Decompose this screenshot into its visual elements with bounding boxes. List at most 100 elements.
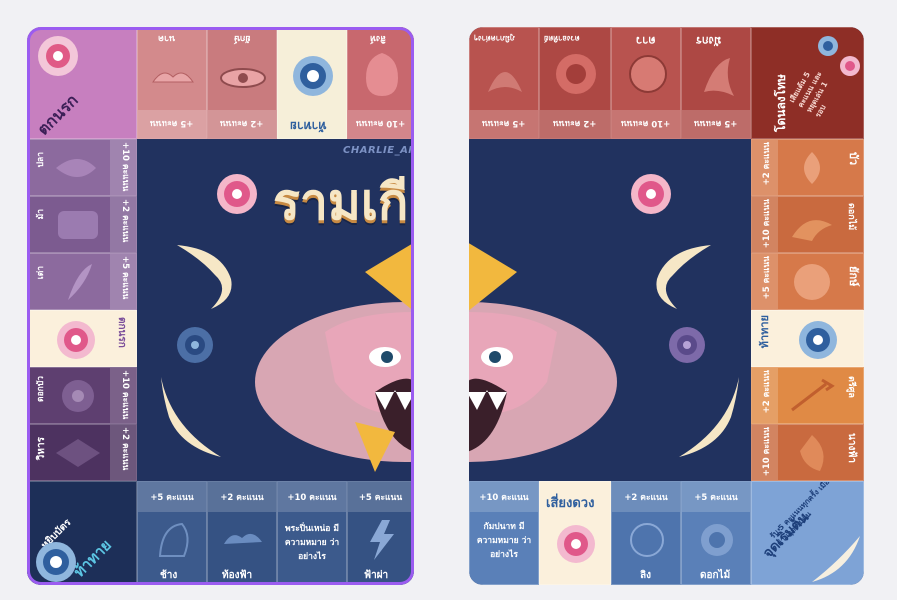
- tile-giant-r[interactable]: +5 คะแนน ยักษ์: [751, 253, 864, 310]
- tile-label: ดวงอาทิตย์: [544, 34, 580, 43]
- sun-icon: [556, 54, 596, 94]
- giant-face-illustration: [469, 243, 617, 462]
- tile-naga[interactable]: นาค +5 คะแนน: [137, 27, 207, 139]
- tile-label: ดอกบัว: [36, 376, 46, 402]
- tile-angel[interactable]: +10 คะแนน นางฟ้า: [751, 424, 864, 481]
- giant-icon: [794, 264, 830, 300]
- tile-lion[interactable]: สิงห์ +10 คะแนน: [347, 27, 414, 139]
- tile-label: ยักษ์: [234, 33, 251, 43]
- tile-lightning[interactable]: +5 คะแนน ฟ้าผ่า: [347, 481, 414, 585]
- tile-label: ลิง: [640, 570, 652, 581]
- tile-label: ปลา: [36, 152, 46, 168]
- tile-monkey[interactable]: +2 คะแนน ลิง: [611, 481, 681, 585]
- lotus-icon: [669, 327, 705, 363]
- trident-icon: [791, 378, 835, 412]
- demon-icon: [488, 72, 522, 92]
- tile-label: มังกร: [696, 34, 722, 47]
- tile-points: +10 คะแนน: [120, 142, 130, 192]
- tile-points: +2 คะแนน: [120, 427, 130, 471]
- tile-challenge[interactable]: ท้าทาย: [277, 27, 347, 139]
- lotus-icon: [818, 36, 838, 56]
- tile-label: ดาว: [636, 34, 656, 47]
- corner-cell-start[interactable]: จุดเริ่มต้น รับ 5 คะแนนทุกครั้ง เมื่อผ่า…: [751, 481, 864, 585]
- tile-points: +10 คะแนน: [762, 199, 772, 249]
- tile-points: +2 คะแนน: [220, 493, 264, 503]
- angel-icon: [800, 435, 824, 471]
- flower-icon: [701, 524, 733, 556]
- question-text: พระปิ่นเหน่อ มีความหมาย ว่าอย่างไร: [284, 524, 340, 562]
- lotus-bud-icon: [804, 152, 820, 184]
- tile-label: เต่า: [36, 266, 46, 280]
- tile-hell[interactable]: ตกนรก: [27, 310, 137, 367]
- tile-points: +2 คะแนน: [624, 493, 668, 503]
- ornament-icon: [679, 377, 739, 457]
- corner-cell-penalty[interactable]: โดนลงโทษ เสียแต้ม 5 คะแนน และ หยุดเล่น 1…: [751, 27, 864, 139]
- tile-label: ดอกไม้: [846, 203, 856, 231]
- tile-points: +10 คะแนน: [762, 427, 772, 477]
- tile-points: +5 คะแนน: [762, 256, 772, 300]
- tile-trident[interactable]: +2 คะแนน ตรีศูล: [751, 367, 864, 424]
- tile-turtle[interactable]: เต่า +5 คะแนน: [27, 253, 137, 310]
- tile-points: +5 คะแนน: [120, 256, 130, 300]
- game-title: รามเกียรติ์: [273, 172, 414, 231]
- tile-temple[interactable]: วิหาร +2 คะแนน: [27, 424, 137, 481]
- tile-challenge-r[interactable]: ท้าทาย: [751, 310, 864, 367]
- board-right[interactable]: ภูมิภาคต่างๆ +5 คะแนน ดวงอาทิตย์ +2 คะแน…: [469, 27, 864, 585]
- corner-cell-draw-card[interactable]: หยิบบัตร ท้าทาย: [27, 481, 137, 585]
- tile-lotus-bud[interactable]: +2 คะแนน บัว: [751, 139, 864, 196]
- eye-icon: [220, 68, 266, 88]
- tile-label: ตรีศูล: [846, 376, 856, 398]
- tile-giant[interactable]: ยักษ์ +2 คะแนน: [207, 27, 277, 139]
- tile-question-r[interactable]: +10 คะแนน กัมปนาท มีความหมาย ว่าอย่างไร: [469, 481, 539, 585]
- tile-points: +2 คะแนน: [762, 370, 772, 414]
- tile-label: นาค: [158, 33, 176, 43]
- lightning-icon: [370, 520, 394, 560]
- hand-icon: [792, 220, 832, 241]
- tile-elephant[interactable]: +5 คะแนน ช้าง: [137, 481, 207, 585]
- tile-label: ท้าทาย: [758, 315, 771, 349]
- tile-points: +5 คะแนน: [694, 118, 738, 128]
- tile-label: วิหาร: [36, 437, 47, 461]
- tile-label: ภูมิภาคต่างๆ: [474, 34, 515, 43]
- tile-label: ช้าง: [160, 570, 178, 581]
- monkey-icon: [630, 523, 664, 557]
- tile-points: +5 คะแนน: [150, 493, 194, 503]
- lotus-icon: [217, 174, 257, 214]
- corner-cell-hell[interactable]: ตกนรก: [27, 27, 137, 139]
- tile-sky[interactable]: +2 คะแนน ท้องฟ้า: [207, 481, 277, 585]
- tile-label: ท้าทาย: [290, 119, 327, 133]
- lotus-icon: [631, 174, 671, 214]
- tile-flower-b[interactable]: +5 คะแนน ดอกไม้: [681, 481, 751, 585]
- corner-label: โดนลงโทษ: [774, 74, 788, 132]
- tile-regions[interactable]: ภูมิภาคต่างๆ +5 คะแนน: [469, 27, 539, 139]
- board-left[interactable]: ตกนรก นาค +5 คะแนน ยักษ์ +2 คะแนน ท้าทาย…: [27, 27, 414, 585]
- tile-sun[interactable]: ดวงอาทิตย์ +2 คะแนน: [539, 27, 611, 139]
- tile-label: ฟ้าผ่า: [364, 570, 389, 581]
- tile-dragon[interactable]: มังกร +5 คะแนน: [681, 27, 751, 139]
- tile-horse[interactable]: ม้า +2 คะแนน: [27, 196, 137, 253]
- tile-label: เสี่ยงดวง: [546, 496, 595, 511]
- tile-luck[interactable]: เสี่ยงดวง: [539, 481, 611, 585]
- lotus-icon: [557, 525, 595, 563]
- tile-points: +10 คะแนน: [355, 118, 406, 128]
- tile-points: +10 คะแนน: [621, 118, 671, 128]
- tile-label: ดอกไม้: [700, 570, 731, 581]
- giant-face-illustration: [255, 242, 414, 472]
- tile-fish[interactable]: ปลา +10 คะแนน: [27, 139, 137, 196]
- cloud-icon: [152, 72, 194, 83]
- planet-icon: [629, 55, 667, 93]
- tile-points: +2 คะแนน: [220, 118, 264, 128]
- tile-points: +2 คะแนน: [120, 199, 130, 243]
- tile-question[interactable]: +10 คะแนน พระปิ่นเหน่อ มีความหมาย ว่าอย่…: [277, 481, 347, 585]
- tile-star[interactable]: ดาว +10 คะแนน: [611, 27, 681, 139]
- tile-points: +10 คะแนน: [120, 370, 130, 420]
- ornament-icon: [161, 377, 221, 457]
- lotus-icon: [293, 56, 333, 96]
- ornament-icon: [177, 245, 232, 309]
- ornament-icon: [812, 536, 860, 582]
- flower-icon: [62, 380, 94, 412]
- tile-lotus[interactable]: ดอกบัว +10 คะแนน: [27, 367, 137, 424]
- tile-points: +5 คะแนน: [150, 118, 194, 128]
- tile-flower[interactable]: +10 คะแนน ดอกไม้: [751, 196, 864, 253]
- tile-label: ท้องฟ้า: [222, 570, 253, 581]
